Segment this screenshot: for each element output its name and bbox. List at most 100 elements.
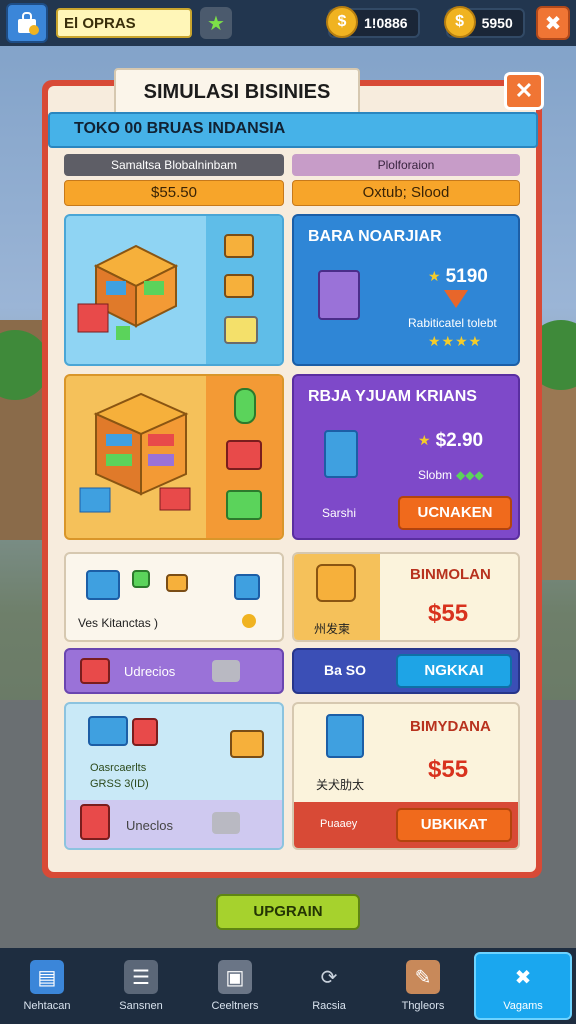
crate-icon: [224, 274, 254, 298]
store-card-1[interactable]: [64, 214, 284, 366]
card-d-bar-label: Ba SO: [324, 662, 367, 678]
store-building-icon: [77, 244, 179, 340]
cross-icon: ✖: [544, 11, 562, 35]
pencil-icon: ✎: [406, 960, 440, 994]
nav-item-3[interactable]: ▣ Ceeltners: [188, 948, 282, 1024]
bottom-nav: ▤ Nehtacan ☰ Sansnen ▣ Ceeltners ⟳ Racsi…: [0, 948, 576, 1024]
star-icon: ★: [207, 11, 225, 35]
close-icon: ✕: [514, 78, 534, 103]
crate-icon: [230, 730, 264, 758]
warehouse-building-icon: [79, 392, 191, 513]
shop-bag-icon: [18, 12, 39, 35]
stat-left-label: Samaltsa Blobalninbam: [64, 154, 284, 176]
star-button[interactable]: ★: [200, 7, 232, 39]
card-b-price-row: ★ $2.90: [418, 430, 483, 452]
card-f-caption: 关犬肋太: [316, 778, 365, 792]
currency-counter-1: $ 1!0886: [326, 6, 420, 38]
box-icon: [226, 440, 262, 470]
store-card-c[interactable]: Ves Kitanctas ): [64, 552, 284, 642]
nav-label: Sansnen: [119, 1000, 163, 1012]
server-icon: ☰: [124, 960, 158, 994]
nav-item-4[interactable]: ⟳ Racsia: [282, 948, 376, 1024]
stat-right-value: Oxtub; Slood: [292, 180, 520, 206]
nav-label: Vagams: [503, 1000, 543, 1012]
box-icon: [132, 718, 158, 746]
card-f-action-button[interactable]: UBKIKAT: [396, 808, 512, 842]
box-icon: [226, 490, 262, 520]
crate-icon: [224, 234, 254, 258]
currency-1-value: 1!0886: [364, 15, 408, 31]
box-icon: [80, 804, 110, 840]
badge-icon: [444, 290, 468, 308]
card-c-bar[interactable]: Udrecios: [64, 648, 284, 694]
store-card-f[interactable]: 关犬肋太 BIMYDANA $55 Puaaey UBKIKAT: [292, 702, 520, 850]
document-icon: ▤: [30, 960, 64, 994]
card-e-caption-2: GRSS 3(ID): [90, 778, 149, 790]
business-panel: SIMULASI BISINIES ✕ TOKO 00 BRUAS INDANS…: [42, 68, 544, 878]
camera-icon: ▣: [218, 960, 252, 994]
nav-item-6[interactable]: ✖ Vagams: [474, 952, 572, 1020]
card-a-price-row: ★ 5190: [428, 266, 488, 288]
card-b-caption: Sarshi: [322, 506, 357, 520]
nav-item-2[interactable]: ☰ Sansnen: [94, 948, 188, 1024]
shop-banner: TOKO 00 BRUAS INDANSIA: [48, 112, 538, 148]
card-c-caption: Ves Kitanctas ): [78, 616, 159, 630]
profile-button[interactable]: [6, 3, 48, 43]
coin-icon: [242, 614, 256, 628]
card-a-sublabel: Rabiticatel tolebt: [408, 316, 497, 330]
currency-2-value: 5950: [481, 15, 513, 31]
box-icon: [80, 658, 110, 684]
store-card-e[interactable]: Oasrcaerlts GRSS 3(ID) Uneclos: [64, 702, 284, 850]
gem-icon: ◆◆◆: [456, 468, 484, 482]
panel-title: SIMULASI BISINIES: [114, 68, 360, 116]
card-b-title: RBJA YJUAM KRIANS: [308, 388, 477, 405]
card-a-price: 5190: [445, 266, 488, 287]
card-f-bar-label: Puaaey: [320, 818, 358, 830]
coin-icon: $: [326, 6, 358, 38]
star-icon: ★: [418, 433, 432, 449]
nav-item-5[interactable]: ✎ Thgleors: [376, 948, 470, 1024]
refresh-icon: ⟳: [320, 966, 338, 989]
store-card-a[interactable]: BARA NOARJIAR ★ 5190 Rabiticatel tolebt …: [292, 214, 520, 366]
card-d-title: BINMOLAN: [410, 566, 491, 583]
card-b-sub-row: Slobm ◆◆◆: [418, 468, 484, 482]
cart-icon: [224, 316, 258, 344]
store-card-b[interactable]: RBJA YJUAM KRIANS ★ $2.90 Slobm ◆◆◆ Sars…: [292, 374, 520, 540]
close-panel-button[interactable]: ✕: [504, 72, 544, 110]
card-b-action-button[interactable]: UCNAKEN: [398, 496, 512, 530]
item-icon: [132, 570, 150, 588]
card-f-title: BIMYDANA: [410, 718, 491, 735]
kiosk-icon: [324, 430, 358, 478]
card-a-title: BARA NOARJIAR: [308, 228, 442, 245]
player-name-field[interactable]: El OPRAS: [56, 8, 192, 38]
card-c-bar-label: Udrecios: [124, 664, 176, 679]
nav-label: Nehtacan: [23, 1000, 71, 1012]
card-b-sublabel: Slobm: [418, 468, 453, 482]
storage-unit-icon: [318, 270, 360, 320]
box-icon: [234, 574, 260, 600]
menu-button[interactable]: ✖: [536, 6, 570, 40]
card-d-caption: 州发柬: [314, 622, 351, 636]
coin-icon: $: [443, 6, 476, 38]
card-f-price: $55: [428, 756, 469, 783]
nav-item-1[interactable]: ▤ Nehtacan: [0, 948, 94, 1024]
top-bar: El OPRAS ★ $ 1!0886 $ 5950 ✖: [0, 0, 576, 46]
card-d-price: $55: [428, 600, 469, 627]
card-d-bar[interactable]: Ba SO NGKKAI: [292, 648, 520, 694]
card-e-bar-label: Uneclos: [126, 818, 173, 833]
card-d-action-button[interactable]: NGKKAI: [396, 654, 512, 688]
rating-stars: ★★★★: [428, 334, 483, 350]
nav-label: Ceeltners: [211, 1000, 259, 1012]
card-b-price: $2.90: [435, 430, 484, 451]
truck-icon: [212, 660, 240, 682]
upgrade-button[interactable]: UPGRAIN: [216, 894, 360, 930]
store-card-d[interactable]: 州发柬 BINMOLAN $55: [292, 552, 520, 642]
cart-icon: [316, 564, 356, 602]
store-card-2[interactable]: [64, 374, 284, 540]
shelf-icon: [326, 714, 364, 758]
tools-icon: ✖: [514, 966, 532, 989]
truck-icon: [212, 812, 240, 834]
joystick-icon: [234, 388, 256, 424]
item-icon: [166, 574, 188, 592]
stat-left-value: $55.50: [64, 180, 284, 206]
